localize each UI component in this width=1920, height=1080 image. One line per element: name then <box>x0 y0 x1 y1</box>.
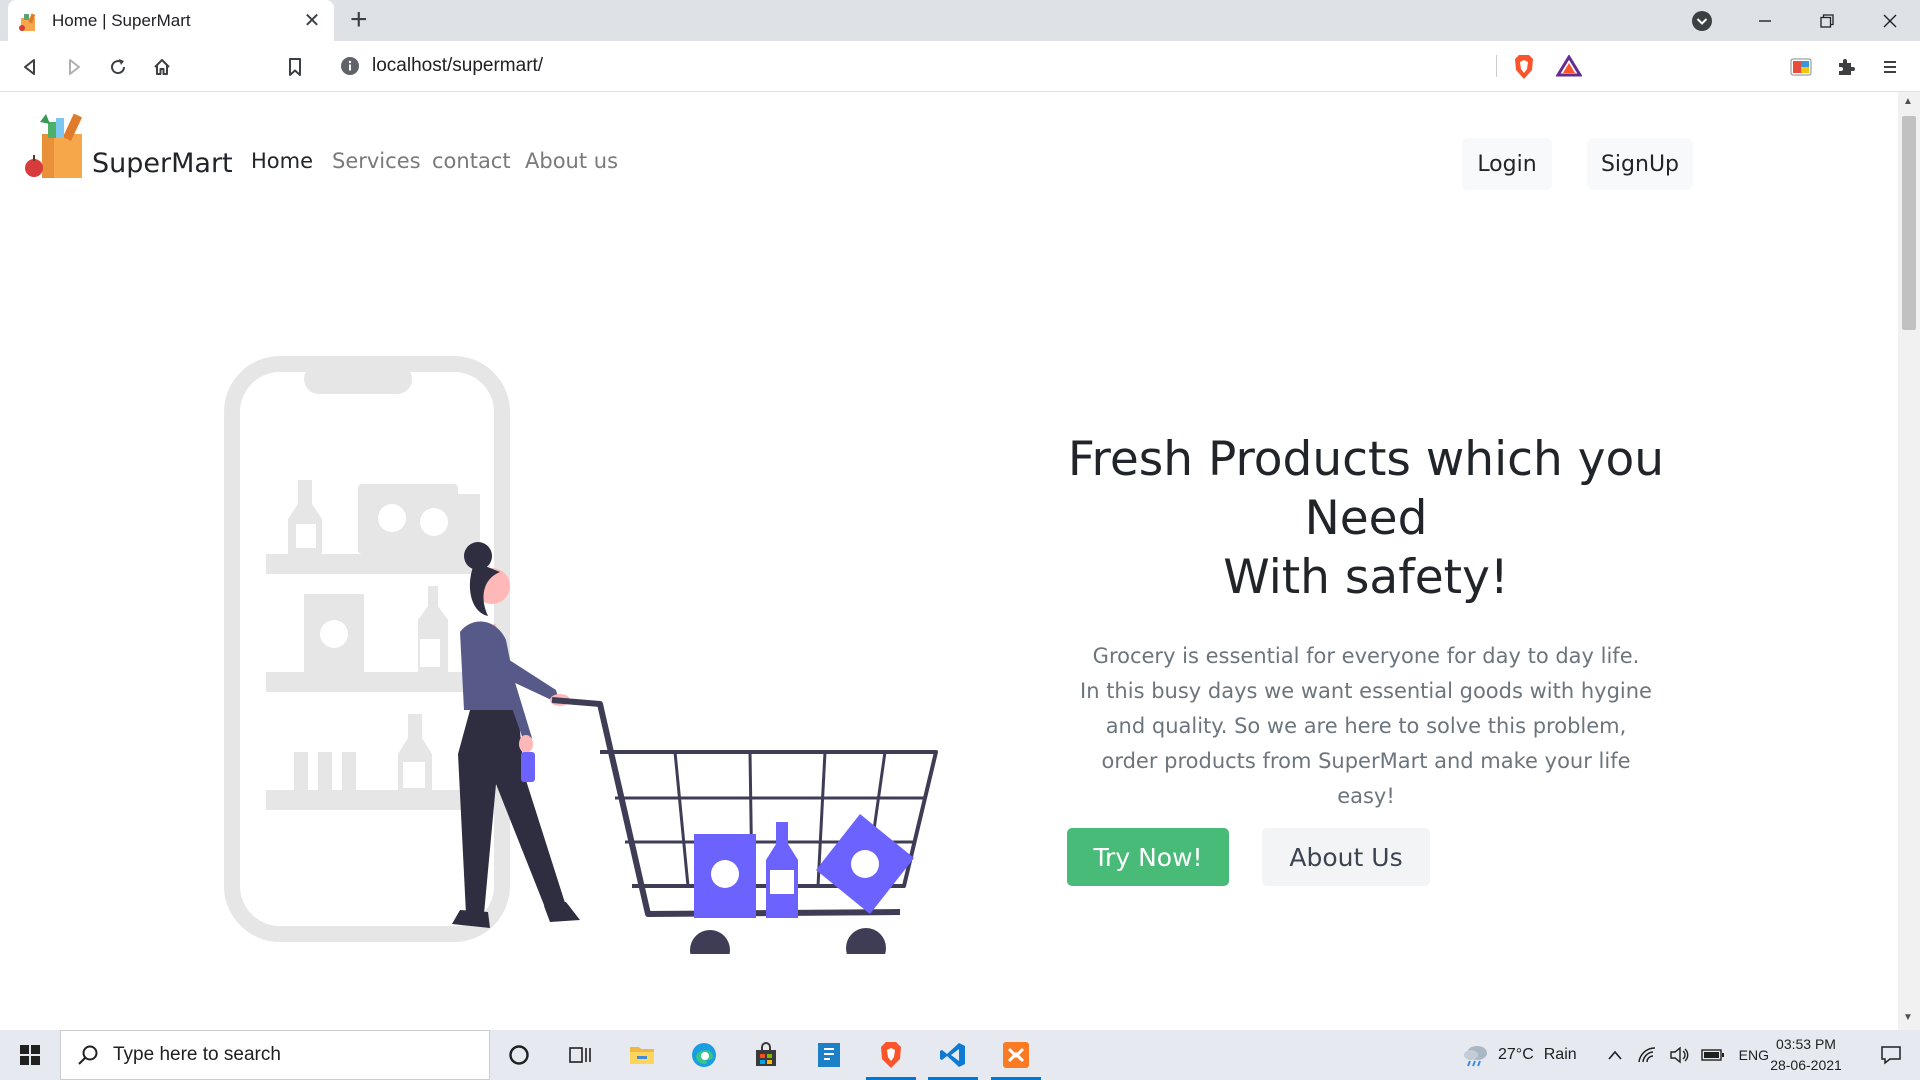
brand-name[interactable]: SuperMart <box>92 148 233 179</box>
grocery-bag-logo-icon[interactable] <box>22 108 90 180</box>
web-page: SuperMart Home Services contact About us… <box>0 92 1898 1030</box>
new-tab-button[interactable]: + <box>350 4 368 36</box>
clock-time: 03:53 PM <box>1776 1036 1836 1052</box>
hero-text-block: Fresh Products which you Need With safet… <box>1040 430 1692 814</box>
back-button[interactable] <box>12 49 48 85</box>
battery-icon[interactable] <box>1700 1048 1725 1062</box>
puzzle-icon <box>1839 59 1855 75</box>
hero-title: Fresh Products which you Need With safet… <box>1040 430 1692 607</box>
action-center-button[interactable] <box>1862 1030 1920 1080</box>
store-icon <box>756 1042 776 1066</box>
chevron-down-circle-icon <box>1692 10 1712 31</box>
page-scrollbar[interactable]: ▲ ▼ <box>1898 92 1920 1030</box>
xampp-icon <box>1003 1042 1029 1068</box>
file-explorer-button[interactable] <box>613 1030 671 1080</box>
forward-icon <box>69 59 80 75</box>
about-us-button[interactable]: About Us <box>1262 828 1430 886</box>
app-icon <box>818 1043 840 1067</box>
reload-icon <box>111 59 126 75</box>
file-explorer-icon <box>630 1047 654 1064</box>
wifi-icon[interactable] <box>1637 1046 1657 1064</box>
browser-toolbar: localhost/supermart/ <box>0 41 1920 92</box>
scrollbar-thumb[interactable] <box>1902 116 1916 330</box>
tab-close-icon[interactable]: ✕ <box>300 8 324 33</box>
browser-tab[interactable]: Home | SuperMart ✕ <box>8 0 334 41</box>
color-picker-extension-icon <box>1790 58 1812 76</box>
nav-link-home[interactable]: Home <box>251 149 313 173</box>
nav-link-contact[interactable]: contact <box>432 149 511 173</box>
scroll-up-icon[interactable]: ▲ <box>1903 96 1913 107</box>
nav-link-services[interactable]: Services <box>332 149 421 173</box>
tab-title: Home | SuperMart <box>52 10 191 30</box>
store-button[interactable] <box>737 1030 795 1080</box>
show-hidden-icons-icon[interactable] <box>1607 1049 1623 1061</box>
volume-icon[interactable] <box>1669 1046 1689 1064</box>
restore-icon <box>1820 13 1834 28</box>
address-bar[interactable]: localhost/supermart/ <box>328 46 1596 86</box>
clock-date: 28-06-2021 <box>1770 1057 1842 1073</box>
weather-temperature[interactable]: 27°C <box>1498 1046 1534 1064</box>
hero-title-line2: Need <box>1304 491 1428 546</box>
close-window-button[interactable] <box>1860 0 1920 41</box>
minimize-button[interactable] <box>1735 0 1795 41</box>
back-icon <box>24 59 35 75</box>
tab-search-button[interactable] <box>1672 0 1732 41</box>
forward-button[interactable] <box>56 49 92 85</box>
login-button[interactable]: Login <box>1462 138 1552 190</box>
woman-figure <box>452 542 580 928</box>
shopping-cart <box>551 697 938 954</box>
weather-rain-icon[interactable] <box>1462 1043 1490 1067</box>
brave-taskbar-button[interactable] <box>862 1030 920 1080</box>
extension-button[interactable] <box>1783 49 1819 85</box>
hero-title-line1: Fresh Products which you <box>1067 432 1665 487</box>
url-text[interactable]: localhost/supermart/ <box>372 55 543 77</box>
search-icon <box>78 1045 98 1065</box>
taskbar-clock[interactable]: 03:53 PM 28-06-2021 <box>1756 1034 1856 1076</box>
try-now-button[interactable]: Try Now! <box>1067 828 1229 886</box>
cortana-icon <box>509 1045 529 1065</box>
browser-menu-button[interactable] <box>1872 49 1908 85</box>
site-info-icon[interactable] <box>340 56 360 76</box>
scroll-down-icon[interactable]: ▼ <box>1903 1012 1913 1023</box>
windows-taskbar: Type here to search 27°C Rain ENG 03:53 … <box>0 1030 1920 1080</box>
system-tray: 27°C Rain ENG <box>1462 1030 1769 1080</box>
task-view-button[interactable] <box>551 1030 609 1080</box>
edge-icon <box>692 1043 716 1067</box>
cortana-button[interactable] <box>490 1030 548 1080</box>
weather-condition[interactable]: Rain <box>1544 1046 1577 1064</box>
minimize-icon <box>1759 19 1771 22</box>
bookmark-button[interactable] <box>277 49 313 85</box>
edge-button[interactable] <box>675 1030 733 1080</box>
vscode-icon <box>940 1043 965 1067</box>
supermart-favicon-icon <box>19 13 36 31</box>
xampp-taskbar-button[interactable] <box>987 1030 1045 1080</box>
task-view-icon <box>569 1047 591 1063</box>
windows-logo-icon <box>20 1045 40 1065</box>
omnibox-separator <box>1496 55 1497 77</box>
tab-strip: Home | SuperMart ✕ + <box>0 0 1920 41</box>
brave-rewards-icon[interactable] <box>1556 55 1582 77</box>
search-placeholder: Type here to search <box>113 1044 281 1065</box>
brave-icon <box>881 1042 901 1068</box>
vscode-taskbar-button[interactable] <box>924 1030 982 1080</box>
hero-description: Grocery is essential for everyone for da… <box>1080 644 1652 808</box>
taskbar-search[interactable]: Type here to search <box>60 1030 490 1080</box>
home-icon <box>154 59 170 75</box>
shopping-cart-illustration <box>224 356 938 954</box>
start-button[interactable] <box>0 1030 60 1080</box>
bookmark-icon <box>289 58 301 76</box>
close-icon <box>1883 14 1897 27</box>
hamburger-menu-icon <box>1884 61 1896 73</box>
extensions-menu-button[interactable] <box>1828 49 1864 85</box>
site-navbar: SuperMart Home Services contact About us… <box>0 92 1898 192</box>
notification-icon <box>1881 1046 1901 1065</box>
brave-shields-icon[interactable] <box>1512 54 1536 80</box>
restore-button[interactable] <box>1797 0 1857 41</box>
app-button[interactable] <box>800 1030 858 1080</box>
home-button[interactable] <box>144 49 180 85</box>
hero-title-line3: With safety! <box>1223 550 1509 605</box>
signup-button[interactable]: SignUp <box>1587 138 1693 190</box>
reload-button[interactable] <box>100 49 136 85</box>
nav-link-about-us[interactable]: About us <box>525 149 618 173</box>
